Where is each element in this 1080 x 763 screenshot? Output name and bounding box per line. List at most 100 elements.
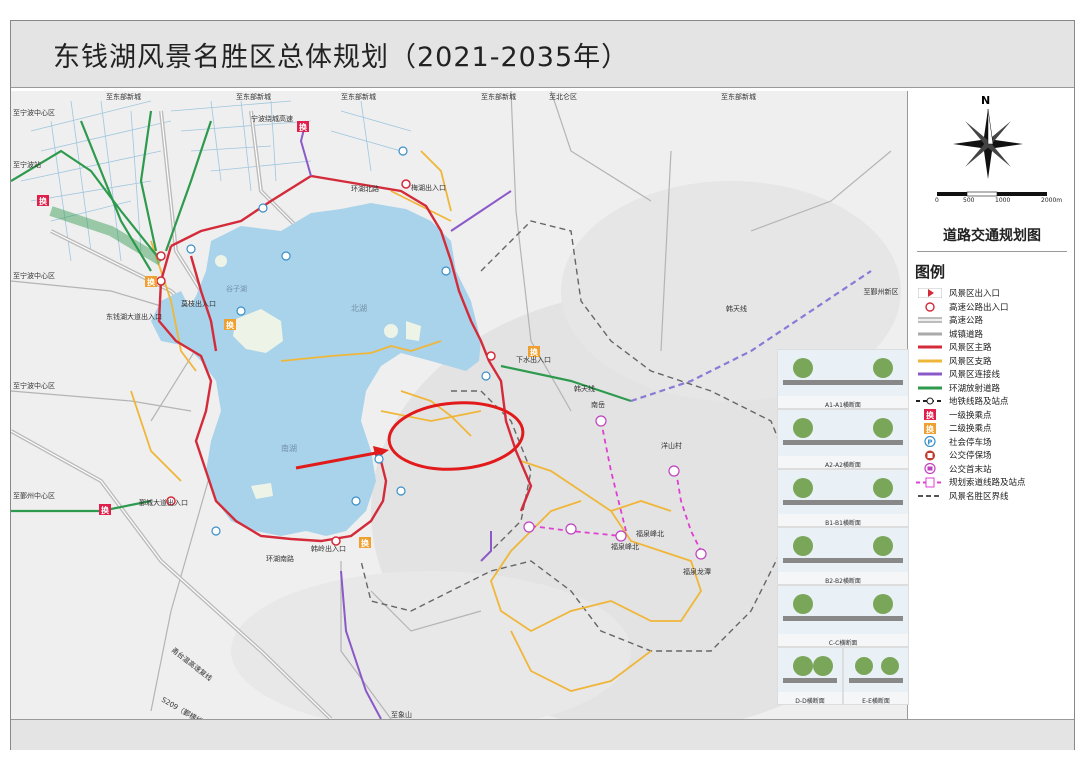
legend-list: 风景区出入口高速公路出入口高速公路城镇道路风景区主路风景区支路风景区连接线 环湖放… bbox=[915, 287, 1026, 503]
drawing-frame: 东钱湖风景名胜区总体规划（2021-2035年） 换 换 换 换 换 换 换 至… bbox=[10, 20, 1075, 750]
legend-item: 换 一级换乘点 bbox=[915, 409, 1026, 421]
north-arrow-icon bbox=[953, 109, 1023, 179]
bus-terminal-icon bbox=[915, 463, 945, 474]
svg-text:换: 换 bbox=[101, 505, 110, 515]
legend-item: 风景名胜区界线 bbox=[915, 490, 1026, 502]
cross-section-panel: C-C横断面 bbox=[777, 585, 909, 647]
label-place-3: 福泉峰北 bbox=[636, 529, 664, 538]
legend-label: 地铁线路及站点 bbox=[949, 397, 1009, 407]
cross-section-panel: E-E横断面 bbox=[843, 647, 909, 705]
label-road-2: 环湖南路 bbox=[266, 554, 294, 563]
legend-item: 公交停保场 bbox=[915, 449, 1026, 461]
label-place-1: 南岳 bbox=[591, 400, 605, 409]
cross-section-panels: A1-A1横断面 A2-A2横断面 B1-B1横断面 B2-B2横断面 C-C横断面 D-… bbox=[777, 349, 909, 717]
metro-dashed-line-icon bbox=[915, 396, 945, 407]
label-highway-1: 宁波绕城高速 bbox=[251, 114, 293, 123]
highway-exit-ring-icon bbox=[915, 301, 945, 312]
legend-item: 环湖放射道路 bbox=[915, 382, 1026, 394]
label-lake-south: 南湖 bbox=[281, 443, 297, 453]
map-svg: 换 换 换 换 换 换 换 至东部新城 至东部新城 至东部新城 至东部新城 至北… bbox=[11, 91, 907, 719]
map-subtitle: 道路交通规划图 bbox=[917, 225, 1067, 252]
bus-depot-icon bbox=[915, 450, 945, 461]
legend-label: 公交首末站 bbox=[949, 464, 992, 475]
legend-label: 风景区出入口 bbox=[949, 289, 1001, 299]
cableway-magenta-dashed-icon bbox=[915, 477, 945, 488]
legend-item: 高速公路 bbox=[915, 314, 1026, 326]
legend-label: 风景区支路 bbox=[949, 356, 992, 367]
cross-section-panel: A1-A1横断面 bbox=[777, 349, 909, 409]
bottom-bar bbox=[11, 719, 1074, 750]
label-east-1: 至鄞州新区 bbox=[864, 287, 899, 296]
legend-item: 公交首末站 bbox=[915, 463, 1026, 475]
label-west-3: 至宁波中心区 bbox=[13, 271, 55, 280]
cross-section-label: C-C横断面 bbox=[828, 640, 858, 647]
label-north-4: 至北仑区 bbox=[549, 92, 577, 101]
label-south: 至象山 bbox=[391, 710, 412, 719]
cross-section-label: B1-B1横断面 bbox=[825, 520, 861, 527]
double-grey-line-icon bbox=[915, 315, 945, 326]
label-place-2: 洋山村 bbox=[661, 441, 682, 450]
label-road-1: 环湖北路 bbox=[351, 184, 379, 193]
transfer-level1-icon: 换 bbox=[915, 409, 945, 420]
legend-label: 风景名胜区界线 bbox=[949, 491, 1009, 502]
legend-label: 公交停保场 bbox=[949, 451, 992, 461]
label-entrance-6: 梅湖出入口 bbox=[411, 183, 446, 192]
cross-section-label: A1-A1横断面 bbox=[825, 402, 861, 409]
label-road-3: 韩天线 bbox=[574, 384, 595, 393]
svg-text:换: 换 bbox=[361, 538, 370, 548]
legend-label: 城镇道路 bbox=[949, 329, 984, 340]
boundary-dashed-line-icon bbox=[915, 490, 945, 501]
label-lake-guzi: 谷子湖 bbox=[226, 284, 247, 293]
legend-label: 规划索道线路及站点 bbox=[949, 478, 1026, 488]
green-line-icon bbox=[915, 382, 945, 393]
label-north-5: 至东部新城 bbox=[481, 92, 516, 101]
legend-label: 风景区主路 bbox=[949, 343, 992, 353]
label-entrance-5: 下水出入口 bbox=[516, 355, 551, 364]
legend-item: 风景区支路 bbox=[915, 355, 1026, 367]
label-west-1: 至宁波中心区 bbox=[13, 108, 55, 117]
label-entrance-2: 东钱湖大道出入口 bbox=[106, 312, 162, 321]
legend-item: 风景区连接线 bbox=[915, 368, 1026, 380]
label-north-3: 至东部新城 bbox=[341, 92, 376, 101]
title-bar: 东钱湖风景名胜区总体规划（2021-2035年） bbox=[11, 21, 1074, 88]
transfer-level2-icon: 换 bbox=[915, 422, 945, 434]
map-canvas[interactable]: 换 换 换 换 换 换 换 至东部新城 至东部新城 至东部新城 至东部新城 至北… bbox=[11, 91, 908, 719]
svg-text:换: 换 bbox=[147, 277, 156, 287]
legend-item: 换 二级换乘点 bbox=[915, 422, 1026, 434]
grey-line-icon bbox=[915, 328, 945, 339]
svg-text:换: 换 bbox=[926, 424, 935, 434]
legend-panel: N 0 500 1000 2000m 道路交通规划图 图例 风景区出入口 高速公路… bbox=[909, 91, 1074, 719]
legend-label: 环湖放射道路 bbox=[949, 383, 1001, 394]
parking-icon: P bbox=[915, 436, 945, 447]
north-label: N bbox=[981, 94, 991, 107]
label-entrance-3: 鄞城大道出入口 bbox=[139, 498, 188, 507]
label-entrance-1: 莫枝出入口 bbox=[181, 299, 216, 308]
page-title: 东钱湖风景名胜区总体规划（2021-2035年） bbox=[53, 42, 630, 73]
legend-label: 社会停车场 bbox=[949, 437, 992, 448]
svg-text:换: 换 bbox=[226, 320, 235, 330]
svg-text:换: 换 bbox=[39, 196, 48, 206]
cross-section-label: B2-B2横断面 bbox=[825, 578, 861, 585]
entrance-flag-icon bbox=[915, 288, 945, 299]
legend-item: 风景区主路 bbox=[915, 341, 1026, 353]
legend-label: 二级换乘点 bbox=[949, 424, 992, 434]
legend-item: 地铁线路及站点 bbox=[915, 395, 1026, 407]
legend-item: P 社会停车场 bbox=[915, 436, 1026, 448]
purple-line-icon bbox=[915, 369, 945, 380]
label-east-2: 韩天线 bbox=[726, 304, 747, 313]
legend-label: 风景区连接线 bbox=[949, 370, 1001, 380]
cross-section-panel: D-D横断面 bbox=[777, 647, 843, 705]
legend-label: 高速公路 bbox=[949, 316, 984, 326]
cross-section-panel: B1-B1横断面 bbox=[777, 469, 909, 527]
legend-item: 高速公路出入口 bbox=[915, 301, 1026, 313]
label-place-4: 福泉峰北 bbox=[611, 542, 639, 551]
cross-section-label: E-E横断面 bbox=[862, 698, 890, 705]
svg-text:P: P bbox=[927, 439, 932, 447]
legend-title: 图例 bbox=[915, 263, 946, 281]
label-place-5: 福泉龙潭 bbox=[683, 567, 711, 576]
svg-text:换: 换 bbox=[299, 122, 308, 132]
label-north-6: 至东部新城 bbox=[721, 92, 756, 101]
legend-label: 一级换乘点 bbox=[949, 410, 992, 421]
svg-text:换: 换 bbox=[926, 410, 935, 420]
cross-section-label: D-D横断面 bbox=[795, 698, 825, 705]
